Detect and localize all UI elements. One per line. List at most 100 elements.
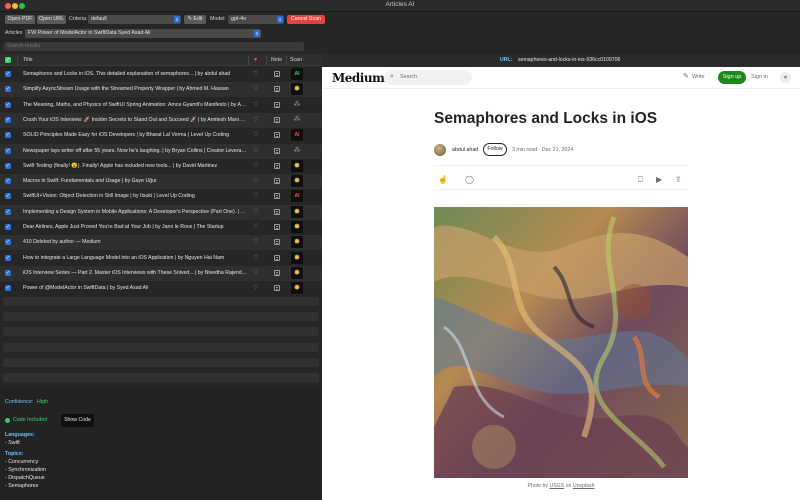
share-icon[interactable]: ⇪	[675, 175, 682, 184]
table-row[interactable]: ✓ Simplify AsyncStream Usage with the Str…	[0, 82, 322, 98]
table-row[interactable]: ✓ 410 Deleted by author — Medium ♡ ✸	[0, 235, 322, 251]
sign-up-button[interactable]: Sign up	[718, 71, 746, 84]
table-row[interactable]: ✓ Crush Your iOS Interview: 🚀 Insider Sec…	[0, 112, 322, 128]
show-code-button[interactable]: Show Code	[61, 414, 94, 427]
column-header-favorite[interactable]: ♥	[254, 54, 257, 66]
row-title[interactable]: iOS Interview Series — Part 2. Master iO…	[23, 266, 247, 281]
row-title[interactable]: Crush Your iOS Interview: 🚀 Insider Secr…	[23, 113, 247, 128]
favorite-heart-icon[interactable]: ♡	[253, 235, 258, 250]
table-row[interactable]: ✓ The Meaning, Maths, and Physics of Swif…	[0, 98, 322, 113]
favorite-heart-icon[interactable]: ♡	[253, 266, 258, 281]
scan-ai-badge[interactable]: AI	[291, 68, 303, 80]
row-title[interactable]: Simplify AsyncStream Usage with the Stre…	[23, 82, 247, 97]
scan-sparkle-icon[interactable]: ✸	[291, 236, 303, 249]
scan-sparkle-icon[interactable]: ✸	[291, 205, 303, 218]
sign-in-link[interactable]: Sign in	[751, 72, 768, 83]
favorite-heart-icon[interactable]: ♡	[253, 281, 258, 296]
caption-source-link[interactable]: USGS	[549, 483, 564, 489]
write-button[interactable]: ✎ Write	[683, 72, 705, 80]
table-row[interactable]: ✓ iOS Interview Series — Part 2. Master i…	[0, 265, 322, 281]
favorite-heart-icon[interactable]: ♡	[253, 128, 258, 143]
row-checkbox[interactable]: ✓	[5, 147, 11, 154]
search-input[interactable]: Search results	[4, 42, 304, 51]
bookmark-icon[interactable]: ⎕	[638, 175, 643, 185]
caption-site-link[interactable]: Unsplash	[573, 483, 595, 489]
favorite-heart-icon[interactable]: ♡	[253, 98, 258, 113]
table-row[interactable]: ✓ Implementing a Design System in Mobile …	[0, 204, 322, 220]
table-row[interactable]: ✓ Swift Testing (finally! 😮). Finally! Ap…	[0, 159, 322, 174]
scan-sparkle-icon[interactable]: ✸	[291, 83, 303, 96]
favorite-heart-icon[interactable]: ♡	[253, 82, 258, 97]
row-checkbox[interactable]: ✓	[5, 193, 11, 200]
note-icon[interactable]	[274, 162, 280, 169]
row-title[interactable]: Power of @ModelActor in SwiftData | by S…	[23, 281, 247, 296]
select-all-checkbox[interactable]: ✓	[5, 57, 11, 63]
note-icon[interactable]	[274, 193, 280, 200]
row-title[interactable]: Dear Airlines, Apple Just Proved You're …	[23, 220, 247, 235]
note-icon[interactable]	[274, 239, 280, 246]
favorite-heart-icon[interactable]: ♡	[253, 205, 258, 220]
table-row[interactable]: ✓ How to integrate a Large Language Model…	[0, 251, 322, 266]
table-row[interactable]: ✓ Macros in Swift: Fundamentals and Usage…	[0, 174, 322, 190]
favorite-heart-icon[interactable]: ♡	[253, 144, 258, 159]
table-row[interactable]: ✓ SwiftUI+Vision: Object Detection in Sti…	[0, 189, 322, 204]
row-checkbox[interactable]: ✓	[5, 208, 11, 215]
note-icon[interactable]	[274, 224, 280, 230]
edit-criteria-button[interactable]: ✎ Edit	[184, 15, 206, 24]
row-checkbox[interactable]: ✓	[5, 71, 11, 77]
note-icon[interactable]	[274, 178, 280, 185]
table-row[interactable]: ✓ Dear Airlines, Apple Just Proved You're…	[0, 220, 322, 235]
favorite-heart-icon[interactable]: ♡	[253, 113, 258, 128]
scan-progress-spinner-icon[interactable]: ⁂	[291, 114, 303, 126]
row-title[interactable]: SOLID Principles Made Easy for iOS Devel…	[23, 128, 247, 143]
row-title[interactable]: Implementing a Design System in Mobile A…	[23, 205, 247, 220]
row-title[interactable]: How to integrate a Large Language Model …	[23, 251, 247, 266]
author-name[interactable]: abdul ahad	[452, 147, 478, 153]
table-row[interactable]: ✓ Semaphores and Locks in iOS. This detai…	[0, 67, 322, 82]
row-title[interactable]: Macros in Swift: Fundamentals and Usage …	[23, 174, 247, 189]
scan-ai-badge[interactable]: AI	[291, 129, 303, 142]
open-url-button[interactable]: Open URL	[37, 15, 66, 24]
scan-sparkle-icon[interactable]: ✸	[291, 159, 303, 172]
row-title[interactable]: Newspaper lays writer off after 55 years…	[23, 144, 247, 159]
table-row[interactable]: ✓ Power of @ModelActor in SwiftData | by …	[0, 281, 322, 296]
row-checkbox[interactable]: ✓	[5, 162, 11, 169]
column-header-note[interactable]: Note	[271, 54, 282, 66]
note-icon[interactable]	[274, 285, 280, 292]
row-title[interactable]: Swift Testing (finally! 😮). Finally! App…	[23, 159, 247, 174]
note-icon[interactable]	[274, 116, 280, 123]
row-checkbox[interactable]: ✓	[5, 132, 11, 139]
row-checkbox[interactable]: ✓	[5, 285, 11, 292]
note-icon[interactable]	[274, 101, 280, 108]
note-icon[interactable]	[274, 86, 280, 93]
author-avatar[interactable]	[434, 144, 446, 156]
favorite-heart-icon[interactable]: ♡	[253, 67, 258, 82]
clap-icon[interactable]: ☝	[438, 175, 448, 184]
favorite-heart-icon[interactable]: ♡	[253, 174, 258, 189]
note-icon[interactable]	[274, 254, 280, 261]
row-title[interactable]: Semaphores and Locks in iOS. This detail…	[23, 67, 247, 82]
scan-sparkle-icon[interactable]: ✸	[291, 282, 303, 295]
model-select[interactable]: gpt-4o ⇕	[228, 15, 284, 24]
row-checkbox[interactable]: ✓	[5, 224, 11, 230]
row-title[interactable]: SwiftUI+Vision: Object Detection in Stil…	[23, 189, 247, 204]
scan-progress-spinner-icon[interactable]: ⁂	[291, 145, 303, 157]
favorite-heart-icon[interactable]: ♡	[253, 189, 258, 204]
favorite-heart-icon[interactable]: ♡	[253, 220, 258, 235]
note-icon[interactable]	[274, 71, 280, 77]
note-icon[interactable]	[274, 132, 280, 139]
column-header-scan[interactable]: Scan	[290, 54, 302, 66]
open-pdf-button[interactable]: Open PDF	[5, 15, 35, 24]
row-title[interactable]: 410 Deleted by author — Medium	[23, 235, 247, 250]
column-header-title[interactable]: Title	[23, 54, 33, 66]
favorite-heart-icon[interactable]: ♡	[253, 251, 258, 266]
row-title[interactable]: The Meaning, Maths, and Physics of Swift…	[23, 98, 247, 113]
cancel-scan-button[interactable]: Cancel Scan	[287, 15, 325, 24]
row-checkbox[interactable]: ✓	[5, 116, 11, 123]
row-checkbox[interactable]: ✓	[5, 86, 11, 93]
medium-logo[interactable]: Medium	[332, 71, 385, 85]
articles-select[interactable]: FW Power of ModelActor in SwiftData Syed…	[25, 29, 261, 38]
criteria-select[interactable]: default ⇕	[88, 15, 181, 24]
table-row[interactable]: ✓ Newspaper lays writer off after 55 year…	[0, 143, 322, 159]
note-icon[interactable]	[274, 208, 280, 215]
